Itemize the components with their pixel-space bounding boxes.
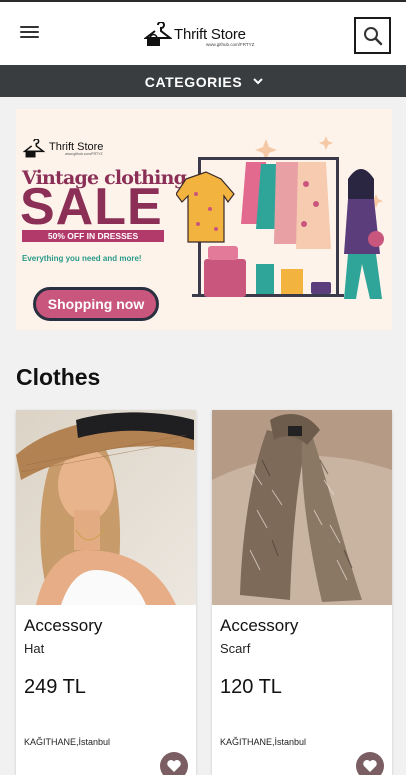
- chevron-down-icon: [253, 78, 263, 85]
- clothing-rack-illustration: [176, 136, 384, 299]
- search-button[interactable]: [354, 17, 391, 54]
- hamburger-menu-icon[interactable]: [20, 24, 40, 40]
- product-location: KAĞITHANE,İstanbul: [220, 737, 307, 747]
- product-category: Accessory: [220, 616, 299, 635]
- product-price: 249 TL: [24, 676, 86, 698]
- product-name: Scarf: [220, 641, 251, 656]
- favorite-button[interactable]: [356, 752, 384, 775]
- product-image[interactable]: [16, 410, 196, 605]
- section-title: Clothes: [16, 364, 101, 390]
- logo-title: Thrift Store: [174, 26, 246, 43]
- product-card[interactable]: Accessory Scarf 120 TL KAĞITHANE,İstanbu…: [212, 410, 392, 775]
- favorite-button[interactable]: [160, 752, 188, 775]
- banner-logo: Thrift Store www.github.com/FRTYZ: [22, 138, 133, 161]
- product-location: KAĞITHANE,İstanbul: [24, 737, 111, 747]
- logo-subtitle: www.github.com/FRTYZ: [206, 42, 255, 47]
- promo-banner[interactable]: Thrift Store www.github.com/FRTYZ Vintag…: [16, 109, 392, 330]
- categories-label: CATEGORIES: [144, 74, 243, 90]
- hanger-bag-logo-icon: [144, 22, 172, 46]
- categories-dropdown[interactable]: CATEGORIES: [0, 65, 406, 97]
- heart-icon: [363, 760, 377, 772]
- product-price: 120 TL: [220, 676, 282, 698]
- product-category: Accessory: [24, 616, 103, 635]
- shopping-now-button[interactable]: Shopping now: [33, 287, 159, 321]
- banner-sale-text: SALE: [20, 178, 163, 236]
- hanger-bag-logo-icon: [22, 138, 46, 158]
- banner-offer: 50% OFF IN DRESSES: [47, 231, 139, 241]
- store-logo[interactable]: Thrift Store www.github.com/FRTYZ: [144, 22, 254, 52]
- app-header: Thrift Store www.github.com/FRTYZ: [0, 2, 406, 65]
- product-image[interactable]: [212, 410, 392, 605]
- product-name: Hat: [24, 641, 45, 656]
- heart-icon: [167, 760, 181, 772]
- banner-logo-subtitle: www.github.com/FRTYZ: [65, 152, 103, 156]
- banner-tagline: Everything you need and more!: [22, 254, 142, 263]
- product-card[interactable]: Accessory Hat 249 TL KAĞITHANE,İstanbul: [16, 410, 196, 775]
- search-icon: [364, 27, 383, 46]
